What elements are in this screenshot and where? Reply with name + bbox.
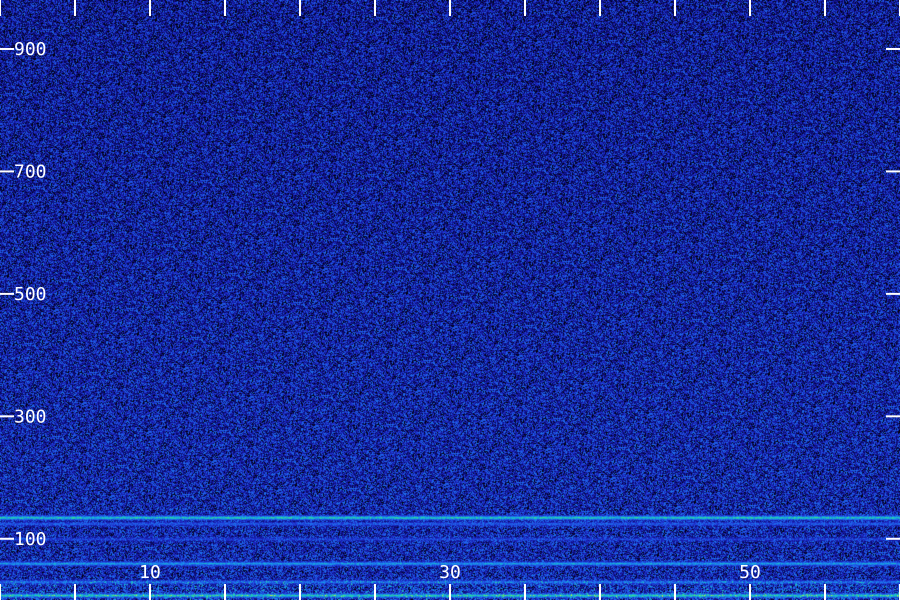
x-tick-label: 50 bbox=[739, 562, 761, 583]
x-tick-label: 30 bbox=[439, 562, 461, 583]
axis-overlay: 10 30 50 100 300 500 700 900 bbox=[0, 0, 900, 600]
y-tick-label: 300 bbox=[14, 406, 47, 427]
y-tick-label: 700 bbox=[14, 161, 47, 182]
y-tick-label: 900 bbox=[14, 39, 47, 60]
x-tick-label: 10 bbox=[139, 562, 161, 583]
y-tick-label: 100 bbox=[14, 529, 47, 550]
y-tick-label: 500 bbox=[14, 284, 47, 305]
